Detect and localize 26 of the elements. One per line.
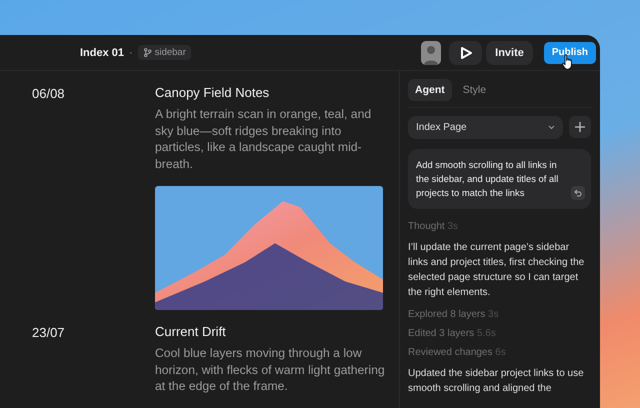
avatar[interactable] [421, 40, 442, 64]
branch-name: sidebar [154, 47, 186, 58]
entry-date: 23/07 [32, 324, 66, 342]
undo-button[interactable] [571, 186, 585, 200]
agent-message: Updated the sidebar project links to use smooth scrolling and aligned the [408, 367, 585, 396]
panel-tab[interactable]: Agent [408, 79, 452, 101]
entry-title: Current Drift [155, 324, 227, 339]
prompt-message: Add smooth scrolling to all links in the sidebar, and update titles of all projects to match the links [408, 149, 591, 209]
project-name: Index 01 [80, 46, 124, 58]
entry-title: Canopy Field Notes [155, 85, 270, 100]
play-icon [458, 46, 473, 60]
entry-date: 06/08 [32, 85, 66, 103]
invite-button[interactable]: Invite [486, 40, 533, 64]
page-dropdown[interactable]: Index Page [408, 116, 563, 139]
hand-cursor-icon [562, 54, 574, 70]
plus-icon [575, 122, 585, 132]
agent-message: I’ll update the current page’s sidebar links and project titles, first checking the selected page structure so I can target the right elements. [408, 241, 586, 300]
entry-description: Cool blue layers moving through a low horizon, with flecks of warm light gathering at the edge of the frame. [155, 345, 385, 394]
chevron-down-icon [548, 125, 555, 130]
separator-dot: · [129, 46, 133, 58]
panel-tab[interactable]: Style [456, 79, 494, 101]
add-button[interactable] [569, 116, 591, 138]
entry-description: A bright terrain scan in orange, teal, and sky blue—soft ridges breaking into particles, like a landscape caught mid-breath. [155, 106, 372, 172]
branch-icon [142, 48, 152, 57]
preview-button[interactable] [449, 40, 482, 64]
undo-icon [574, 189, 582, 197]
